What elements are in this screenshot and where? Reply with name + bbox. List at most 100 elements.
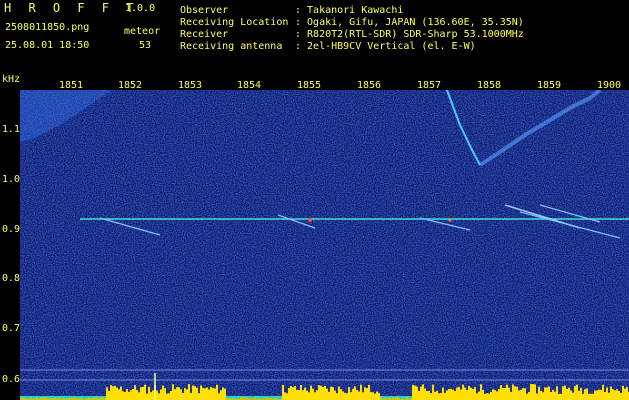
level-bar <box>532 384 534 400</box>
level-bar <box>202 387 204 400</box>
level-bar <box>440 392 442 400</box>
freq-tick-0-7: 0.7 <box>2 323 21 334</box>
app-version: 1.0.0 <box>125 3 156 14</box>
level-bar <box>196 387 198 400</box>
level-bar <box>138 392 140 400</box>
info-label-antenna: Receiving antenna <box>180 41 283 52</box>
level-bar <box>300 385 302 400</box>
file-datetime: 25.08.01 18:50 <box>5 40 90 51</box>
level-bar <box>110 385 112 400</box>
level-bar <box>160 389 162 400</box>
level-bar <box>568 387 570 400</box>
level-bar <box>618 391 620 400</box>
level-bar <box>452 389 454 400</box>
level-bar <box>328 391 330 400</box>
level-bar <box>144 384 146 400</box>
level-bar <box>194 386 196 400</box>
level-bar <box>340 389 342 400</box>
level-bar <box>464 387 466 400</box>
meteor-count: 53 <box>139 40 152 51</box>
level-bar <box>330 386 332 400</box>
level-bar <box>172 384 174 400</box>
level-bar <box>166 393 168 400</box>
level-bar <box>548 386 550 400</box>
level-bar <box>570 390 572 400</box>
level-bar <box>374 393 376 400</box>
freq-tick-1-1: 1.1 <box>2 124 21 135</box>
level-bar <box>474 387 476 400</box>
level-bar <box>150 392 152 400</box>
level-bar <box>220 390 222 400</box>
level-bar <box>468 385 470 400</box>
level-bar <box>214 388 216 400</box>
level-bar <box>486 393 488 400</box>
level-bar <box>198 393 200 400</box>
level-bar <box>476 393 478 400</box>
level-bar <box>376 391 378 400</box>
level-bar <box>190 393 192 400</box>
level-bar <box>132 388 134 400</box>
level-bar <box>604 392 606 400</box>
level-bar <box>206 387 208 400</box>
level-bar <box>600 389 602 400</box>
level-bar <box>498 389 500 400</box>
level-bar <box>112 386 114 400</box>
meteor-label: meteor <box>124 26 161 37</box>
level-bar <box>422 384 424 400</box>
level-bar <box>496 391 498 400</box>
level-bar <box>578 390 580 400</box>
level-bar <box>414 385 416 400</box>
level-bar <box>310 385 312 400</box>
level-bar <box>114 385 116 400</box>
level-bar <box>594 390 596 400</box>
level-bar <box>506 384 508 400</box>
level-bar <box>454 391 456 400</box>
level-bar <box>372 392 374 400</box>
level-bar <box>494 390 496 400</box>
level-bar <box>152 390 154 400</box>
level-bar <box>222 387 224 400</box>
level-bar <box>180 389 182 400</box>
level-bar <box>606 387 608 400</box>
level-bar <box>480 384 482 400</box>
level-bar <box>434 391 436 400</box>
level-bar <box>538 386 540 400</box>
level-bar <box>436 390 438 400</box>
info-label-location: Receiving Location <box>180 17 289 28</box>
level-bar <box>308 392 310 400</box>
echo-peak-1 <box>308 218 312 222</box>
level-bar <box>564 385 566 400</box>
info-value-location: : Ogaki, Gifu, JAPAN (136.60E, 35.35N) <box>295 17 524 28</box>
level-bar <box>288 388 290 400</box>
level-bar <box>558 393 560 400</box>
level-bar <box>432 384 434 400</box>
level-bar <box>282 384 284 400</box>
level-bar <box>208 389 210 400</box>
level-bar <box>516 386 518 400</box>
level-bar <box>312 388 314 400</box>
level-bar <box>352 388 354 400</box>
level-bar <box>484 393 486 400</box>
level-bar <box>626 386 628 400</box>
level-bar <box>298 389 300 400</box>
level-bar <box>332 387 334 400</box>
freq-tick-0-6: 0.6 <box>2 374 21 385</box>
level-bar <box>350 392 352 400</box>
level-bar <box>530 384 532 400</box>
level-bar <box>622 385 624 400</box>
level-bar <box>488 393 490 400</box>
level-bar <box>502 387 504 400</box>
level-bar <box>546 387 548 400</box>
level-bar <box>456 387 458 400</box>
level-bar <box>458 386 460 400</box>
level-bar <box>290 386 292 400</box>
echo-peak-2 <box>448 218 452 222</box>
level-bar <box>598 389 600 400</box>
level-bar <box>176 387 178 400</box>
freq-tick-1-0: 1.0 <box>2 174 21 185</box>
level-bar <box>366 388 368 400</box>
level-bar <box>552 389 554 400</box>
freq-tick-0-8: 0.8 <box>2 273 21 284</box>
level-bar <box>370 392 372 400</box>
info-value-receiver: : R820T2(RTL-SDR) SDR-Sharp 53.1000MHz <box>295 29 524 40</box>
